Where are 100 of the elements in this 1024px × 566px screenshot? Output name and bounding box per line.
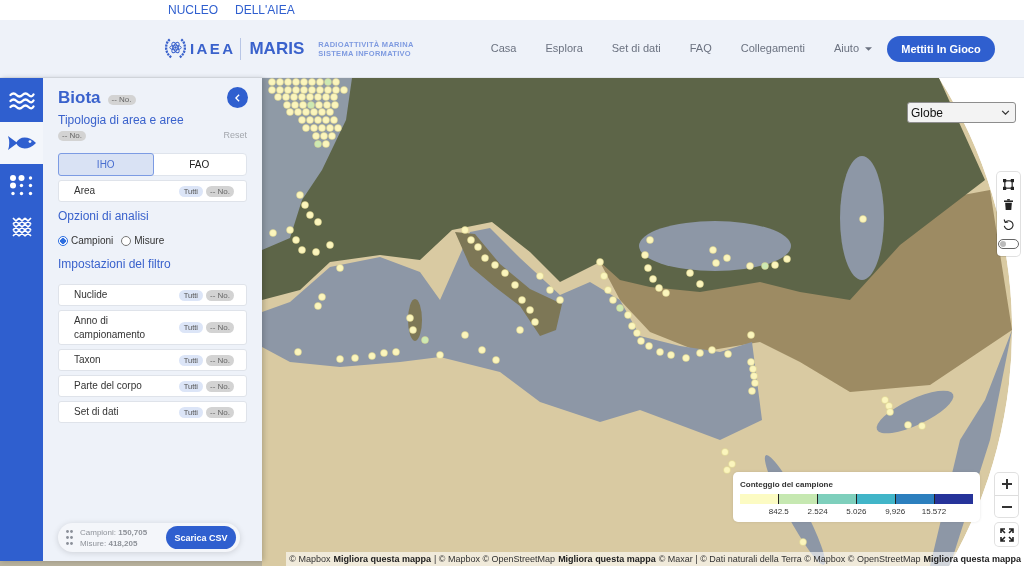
caret-icon	[865, 46, 872, 51]
sample-dot	[546, 286, 554, 294]
sample-dot	[368, 352, 376, 360]
attribution-text: © Mapbox	[289, 553, 331, 566]
sample-dot	[511, 281, 519, 289]
sample-dot	[724, 350, 732, 358]
sample-dot	[296, 191, 304, 199]
chevron-left-icon	[235, 93, 240, 102]
legend-tick-label: 842.5	[768, 507, 789, 517]
sample-dot	[336, 264, 344, 272]
waves-icon	[8, 91, 35, 111]
sample-dot	[646, 236, 654, 244]
sample-dot	[406, 314, 414, 322]
rail-tab[interactable]	[0, 122, 43, 164]
sample-dot	[461, 331, 469, 339]
sample-dot	[536, 272, 544, 280]
nav-link[interactable]: Esplora	[545, 42, 583, 55]
status-badge: -- No.	[206, 406, 234, 418]
sample-dot	[380, 349, 388, 357]
trash-icon	[1004, 198, 1013, 210]
nav-link[interactable]: Collegamenti	[740, 42, 805, 55]
sample-dot	[526, 306, 534, 314]
count-text: Misure: 418,205	[80, 537, 138, 549]
legend-tick-label: 5.026	[846, 507, 867, 517]
sample-dot	[336, 355, 344, 363]
improve-map-link[interactable]: Migliora questa mappa	[558, 552, 656, 566]
sample-dot	[667, 351, 675, 359]
nav-link[interactable]: FAQ	[689, 42, 712, 55]
sample-dot	[747, 331, 755, 339]
sample-dot	[269, 229, 277, 237]
toggle-switch[interactable]	[998, 239, 1019, 249]
status-badge: -- No.	[206, 289, 234, 301]
count-text: Campioni: 150,705	[80, 526, 148, 538]
sample-dot	[904, 421, 912, 429]
status-badge: -- No.	[58, 130, 86, 141]
nav-dropdown[interactable]: Aiuto	[833, 42, 872, 55]
sample-dot	[656, 348, 664, 356]
attribution-text: | © Mapbox © OpenStreetMap	[433, 553, 556, 566]
fullscreen-icon	[999, 527, 1014, 542]
sample-dot	[709, 246, 717, 254]
sample-dot	[301, 201, 309, 209]
sample-dot	[292, 236, 300, 244]
sample-dot	[421, 336, 429, 344]
improve-map-link[interactable]: Migliora questa mappa	[923, 552, 1021, 566]
section-heading: Tipologia di area e aree	[58, 113, 185, 127]
sample-dot	[351, 354, 359, 362]
collapse-button[interactable]	[227, 87, 248, 108]
sample-dot	[286, 226, 294, 234]
sample-dot	[859, 215, 867, 223]
area-tab[interactable]: IHO	[58, 153, 154, 176]
radio-option[interactable]: Campioni	[58, 234, 114, 247]
sample-dot	[721, 448, 729, 456]
status-badge: -- No.	[206, 380, 234, 392]
top-link[interactable]: NUCLEO	[168, 3, 218, 17]
top-link[interactable]: DELL'AIEA	[235, 3, 295, 17]
sample-dot	[918, 422, 926, 430]
dots-grid-icon	[10, 174, 33, 196]
status-badge: -- No.	[107, 94, 136, 105]
status-badge: -- No.	[206, 354, 234, 366]
section-heading: Impostazioni del filtro	[58, 257, 172, 271]
sample-dot	[326, 241, 334, 249]
projection-select[interactable]: Globe	[907, 102, 1016, 123]
sample-dot	[686, 269, 694, 277]
sample-dot	[696, 280, 704, 288]
sample-dot	[298, 246, 306, 254]
fullscreen-button[interactable]	[995, 523, 1018, 546]
sample-dot	[712, 259, 720, 267]
sample-dot	[492, 356, 500, 364]
fish-icon	[7, 135, 36, 151]
crop-icon	[1003, 178, 1014, 190]
sample-dot	[696, 349, 704, 357]
rotate-icon	[1003, 218, 1014, 230]
legend-tick-label: 9,926	[885, 507, 906, 517]
improve-map-link[interactable]: Migliora questa mappa	[333, 552, 431, 566]
radio-option[interactable]: Misure	[121, 234, 165, 247]
sample-dot	[783, 255, 791, 263]
sample-dot	[518, 296, 526, 304]
sample-dot	[604, 286, 612, 294]
sample-dot	[799, 538, 807, 546]
sample-dot	[596, 258, 604, 266]
sample-dot	[516, 326, 524, 334]
sample-dot	[746, 262, 754, 270]
sample-dot	[478, 346, 486, 354]
sample-dot	[531, 318, 539, 326]
download-csv-button[interactable]: Scarica CSV	[166, 526, 236, 549]
status-badge: -- No.	[206, 185, 234, 197]
drag-handle-icon	[66, 530, 73, 545]
get-involved-button[interactable]: Mettiti In Gioco	[887, 35, 995, 62]
sample-dot	[409, 326, 417, 334]
legend-tick-label: 2.524	[807, 507, 828, 517]
plus-icon	[1001, 479, 1012, 489]
sample-dot	[600, 272, 608, 280]
nav-link[interactable]: Casa	[490, 42, 517, 55]
attribution-text: © Maxar | © Dati naturali della Terra © Mapbox © OpenStreetMap	[658, 553, 921, 566]
panel-title: Biota	[58, 87, 101, 108]
sample-dot	[556, 296, 564, 304]
sample-dot	[481, 254, 489, 262]
nav-link[interactable]: Set di dati	[611, 42, 661, 55]
area-tab[interactable]: FAO	[151, 153, 247, 176]
atom-wreath-icon	[164, 37, 187, 60]
